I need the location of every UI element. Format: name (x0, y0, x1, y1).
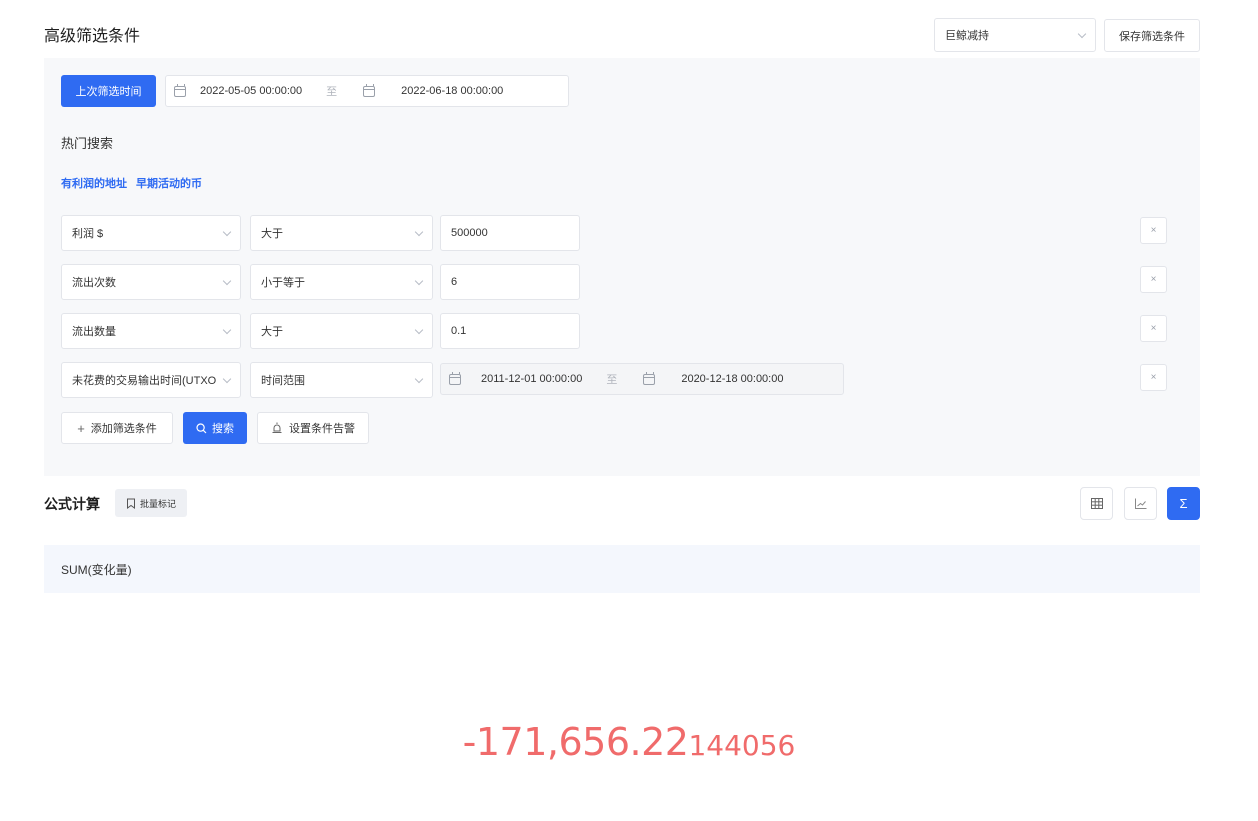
range-end[interactable]: 2022-06-18 00:00:00 (401, 85, 503, 97)
save-filter-button[interactable]: 保存筛选条件 (1104, 19, 1200, 52)
result-value-tail: 144056 (688, 729, 796, 762)
condition-row: 流出次数 小于等于 6 × (61, 264, 1167, 300)
range-start[interactable]: 2011-12-01 00:00:00 (481, 373, 582, 385)
chevron-down-icon (222, 325, 232, 334)
hot-link-early-coins[interactable]: 早期活动的币 (136, 175, 202, 191)
field-select[interactable]: 利润 $ (61, 215, 241, 251)
remove-condition-button[interactable]: × (1140, 315, 1167, 342)
value-input[interactable]: 0.1 (440, 313, 580, 349)
chevron-down-icon (222, 276, 232, 285)
hot-search-links: 有利润的地址 早期活动的币 (61, 175, 202, 191)
plus-icon: + (77, 420, 85, 436)
formula-expression: SUM(变化量) (44, 545, 1200, 593)
line-chart-icon (1134, 498, 1146, 509)
field-select[interactable]: 流出次数 (61, 264, 241, 300)
preset-select-value: 巨鲸减持 (945, 30, 989, 42)
filter-panel: 上次筛选时间 2022-05-05 00:00:00 至 2022-06-18 … (44, 58, 1200, 476)
last-filter-time-button[interactable]: 上次筛选时间 (61, 75, 156, 107)
alarm-icon (272, 422, 282, 433)
table-icon (1090, 498, 1103, 509)
condition-row: 流出数量 大于 0.1 × (61, 313, 1167, 349)
batch-mark-button[interactable]: 批量标记 (115, 489, 187, 517)
preset-select[interactable]: 巨鲸减持 (934, 18, 1096, 52)
calendar-icon (174, 83, 186, 97)
filter-actions: + 添加筛选条件 搜索 设置条件告警 (61, 412, 369, 444)
operator-select[interactable]: 小于等于 (250, 264, 433, 300)
remove-condition-button[interactable]: × (1140, 266, 1167, 293)
chevron-down-icon (414, 374, 424, 383)
condition-date-range[interactable]: 2011-12-01 00:00:00 至 2020-12-18 00:00:0… (440, 363, 844, 395)
field-select[interactable]: 流出数量 (61, 313, 241, 349)
bookmark-icon (126, 498, 135, 509)
range-separator: 至 (606, 374, 618, 386)
calendar-icon (449, 371, 461, 385)
operator-select[interactable]: 大于 (250, 215, 433, 251)
chevron-down-icon (414, 276, 424, 285)
calendar-icon (363, 83, 376, 97)
hot-search-label: 热门搜索 (61, 136, 114, 151)
operator-select[interactable]: 时间范围 (250, 362, 433, 398)
page-title: 高级筛选条件 (44, 28, 141, 45)
chevron-down-icon (222, 374, 232, 383)
chevron-down-icon (222, 227, 232, 236)
set-alert-button[interactable]: 设置条件告警 (257, 412, 369, 444)
calendar-icon (643, 371, 656, 385)
range-separator: 至 (326, 86, 338, 98)
chevron-down-icon (414, 227, 424, 236)
search-icon (196, 422, 207, 433)
header: 高级筛选条件 巨鲸减持 保存筛选条件 (44, 0, 1200, 58)
condition-row: 利润 $ 大于 500000 × (61, 215, 1167, 251)
sigma-icon: Σ (1179, 496, 1188, 511)
operator-select[interactable]: 大于 (250, 313, 433, 349)
value-input[interactable]: 6 (440, 264, 580, 300)
value-input[interactable]: 500000 (440, 215, 580, 251)
field-select[interactable]: 未花费的交易输出时间(UTXO) (61, 362, 241, 398)
result-value-main: -171,656.22 (462, 720, 689, 764)
remove-condition-button[interactable]: × (1140, 217, 1167, 244)
chart-view-button[interactable] (1124, 487, 1157, 520)
formula-result: -171,656.22144056 (0, 720, 1258, 764)
table-view-button[interactable] (1080, 487, 1113, 520)
range-end[interactable]: 2020-12-18 00:00:00 (681, 373, 783, 385)
chevron-down-icon (414, 325, 424, 334)
remove-condition-button[interactable]: × (1140, 364, 1167, 391)
hot-link-profit-address[interactable]: 有利润的地址 (61, 175, 127, 191)
add-condition-button[interactable]: + 添加筛选条件 (61, 412, 173, 444)
range-start[interactable]: 2022-05-05 00:00:00 (200, 85, 302, 97)
formula-title: 公式计算 (44, 496, 100, 512)
chevron-down-icon (1077, 29, 1087, 38)
search-button[interactable]: 搜索 (183, 412, 247, 444)
last-filter-date-range[interactable]: 2022-05-05 00:00:00 至 2022-06-18 00:00:0… (165, 75, 569, 107)
sum-view-button[interactable]: Σ (1167, 487, 1200, 520)
